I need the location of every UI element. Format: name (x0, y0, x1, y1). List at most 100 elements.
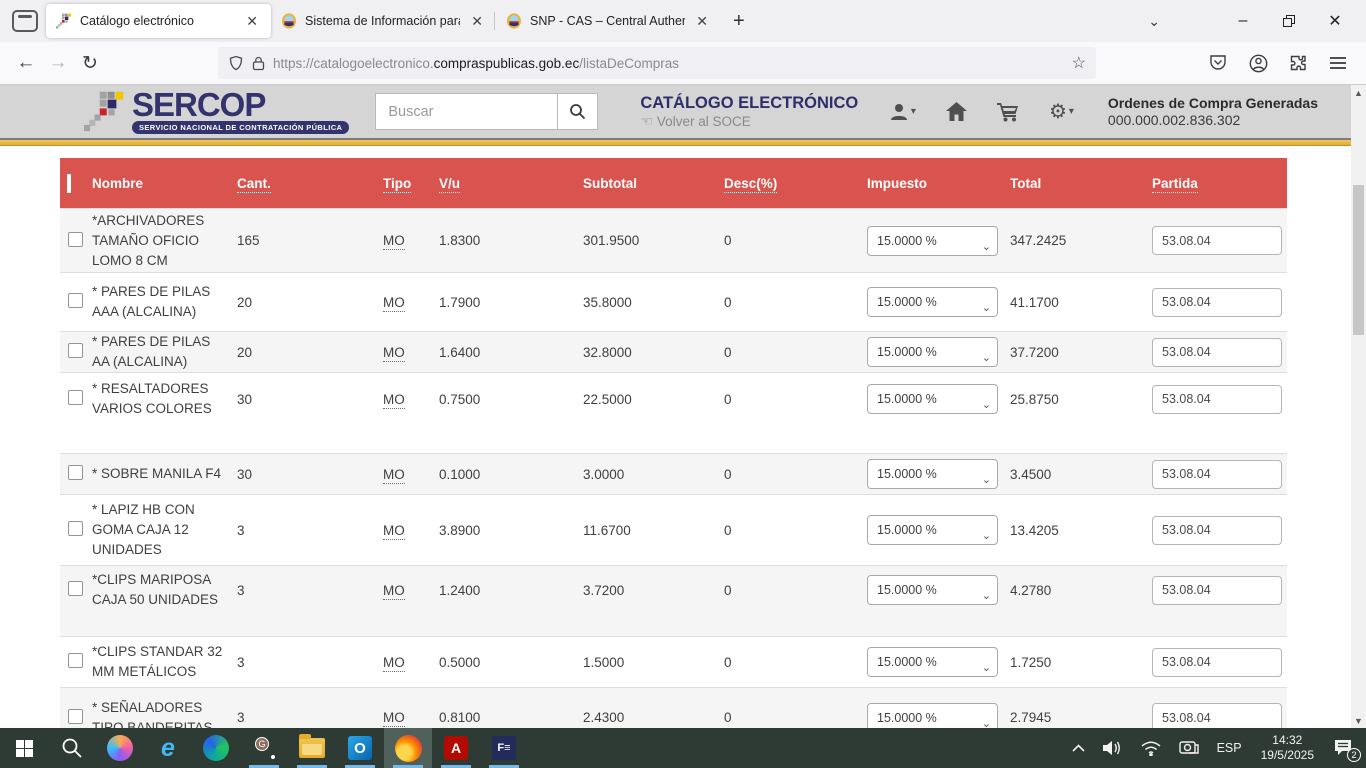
shield-icon[interactable] (228, 55, 244, 71)
pocket-icon[interactable] (1208, 53, 1228, 73)
partida-input[interactable] (1152, 288, 1282, 317)
column-header-tipo[interactable]: Tipo (383, 176, 439, 191)
new-tab-button[interactable]: + (721, 8, 757, 35)
close-window-button[interactable]: ✕ (1312, 0, 1358, 42)
url-text[interactable]: https://catalogoelectronico.compraspubli… (273, 56, 1064, 71)
type-value[interactable]: MO (383, 467, 405, 484)
type-value[interactable]: MO (383, 710, 405, 727)
taskbar-edge-button[interactable] (192, 728, 240, 768)
partida-input[interactable] (1152, 648, 1282, 677)
volver-al-soce-link[interactable]: ☜ Volver al SOCE (640, 113, 858, 130)
taskbar-firefox-button[interactable] (384, 728, 432, 768)
extensions-puzzle-icon[interactable] (1288, 53, 1308, 73)
type-value[interactable]: MO (383, 295, 405, 312)
user-menu-button[interactable]: ▾ (889, 102, 916, 122)
partida-input[interactable] (1152, 576, 1282, 605)
column-header-desc[interactable]: Desc(%) (724, 176, 867, 191)
select-all-checkbox[interactable] (67, 174, 71, 193)
row-checkbox[interactable] (68, 709, 83, 724)
bookmark-star-icon[interactable]: ☆ (1072, 53, 1086, 73)
row-checkbox[interactable] (68, 653, 83, 668)
taskbar-explorer-button[interactable] (288, 728, 336, 768)
row-checkbox[interactable] (68, 521, 83, 536)
type-value[interactable]: MO (383, 583, 405, 600)
type-value[interactable]: MO (383, 233, 405, 250)
row-checkbox[interactable] (68, 465, 83, 480)
settings-menu-button[interactable]: ⚙ ▾ (1049, 102, 1074, 122)
impuesto-select[interactable]: 15.0000 % (867, 287, 998, 317)
partida-input[interactable] (1152, 338, 1282, 367)
tab-close-icon[interactable]: ✕ (468, 13, 486, 30)
tab-catalogo-electronico[interactable]: Catálogo electrónico ✕ (46, 4, 271, 38)
forward-button[interactable]: → (42, 47, 74, 79)
menu-hamburger-icon[interactable] (1328, 53, 1348, 73)
impuesto-select[interactable]: 15.0000 % (867, 384, 998, 414)
row-checkbox[interactable] (68, 581, 83, 596)
tab-close-icon[interactable]: ✕ (243, 13, 261, 30)
clock[interactable]: 14:32 19/5/2025 (1253, 733, 1322, 763)
impuesto-select[interactable]: 15.0000 % (867, 337, 998, 367)
url-bar[interactable]: https://catalogoelectronico.compraspubli… (218, 47, 1096, 79)
taskbar-copilot-button[interactable] (96, 728, 144, 768)
impuesto-select[interactable]: 15.0000 % (867, 459, 998, 489)
scrollbar-thumb[interactable] (1353, 185, 1364, 335)
language-indicator[interactable]: ESP (1210, 728, 1249, 768)
type-value[interactable]: MO (383, 523, 405, 540)
minimize-button[interactable]: – (1220, 0, 1266, 42)
start-button[interactable] (0, 728, 48, 768)
back-button[interactable]: ← (10, 47, 42, 79)
type-value[interactable]: MO (383, 655, 405, 672)
type-value[interactable]: MO (383, 392, 405, 409)
scroll-up-icon[interactable]: ▲ (1351, 85, 1366, 100)
row-checkbox[interactable] (68, 293, 83, 308)
notification-center-button[interactable]: 2 (1326, 728, 1360, 768)
column-header-vu[interactable]: V/u (439, 176, 583, 191)
row-checkbox[interactable] (68, 343, 83, 358)
row-checkbox[interactable] (68, 390, 83, 405)
impuesto-select[interactable]: 15.0000 % (867, 575, 998, 605)
tab-snp-cas[interactable]: SNP - CAS – Central Authentica ✕ (496, 4, 721, 38)
column-header-partida[interactable]: Partida (1152, 176, 1287, 191)
page-scrollbar[interactable]: ▲ ▼ (1351, 85, 1366, 728)
list-all-tabs-icon[interactable]: ⌄ (1134, 13, 1174, 30)
volume-button[interactable] (1096, 728, 1130, 768)
row-checkbox[interactable] (68, 232, 83, 247)
impuesto-select[interactable]: 15.0000 % (867, 647, 998, 677)
reload-button[interactable]: ↻ (74, 47, 106, 79)
tab-title: Catálogo electrónico (80, 14, 235, 28)
search-button[interactable] (558, 93, 598, 130)
partida-input[interactable] (1152, 226, 1282, 255)
impuesto-select[interactable]: 15.0000 % (867, 703, 998, 729)
taskbar-search-button[interactable] (48, 728, 96, 768)
total-value: 3.4500 (1010, 467, 1152, 482)
type-value[interactable]: MO (383, 345, 405, 362)
search-icon (61, 737, 83, 759)
partida-input[interactable] (1152, 516, 1282, 545)
partida-input[interactable] (1152, 385, 1282, 414)
scroll-down-icon[interactable]: ▼ (1351, 713, 1366, 728)
column-header-cant[interactable]: Cant. (237, 176, 383, 191)
tab-sistema-informacion[interactable]: Sistema de Información para lo ✕ (271, 4, 496, 38)
search-input[interactable] (375, 93, 558, 130)
wifi-icon (1141, 741, 1161, 756)
taskbar-chrome-button[interactable]: G (240, 728, 288, 768)
restore-window-button[interactable] (1266, 0, 1312, 42)
sercop-logo[interactable]: SERCOP SERVICIO NACIONAL DE CONTRATACIÓN… (84, 90, 349, 134)
home-button[interactable] (946, 102, 967, 121)
taskbar-outlook-button[interactable]: O (336, 728, 384, 768)
taskbar-ie-button[interactable]: e (144, 728, 192, 768)
network-button[interactable] (1134, 728, 1168, 768)
taskbar-acrobat-button[interactable]: A (432, 728, 480, 768)
cart-button[interactable] (997, 102, 1019, 122)
taskbar-fes-button[interactable]: F≡ (480, 728, 528, 768)
cast-button[interactable] (1172, 728, 1206, 768)
partida-input[interactable] (1152, 703, 1282, 728)
sercop-favicon-icon (56, 13, 72, 29)
firefox-view-icon[interactable] (12, 10, 38, 32)
account-icon[interactable] (1248, 53, 1268, 73)
impuesto-select[interactable]: 15.0000 % (867, 515, 998, 545)
show-hidden-icons-button[interactable] (1065, 728, 1092, 768)
impuesto-select[interactable]: 15.0000 % (867, 226, 998, 256)
partida-input[interactable] (1152, 460, 1282, 489)
tab-close-icon[interactable]: ✕ (693, 13, 711, 30)
